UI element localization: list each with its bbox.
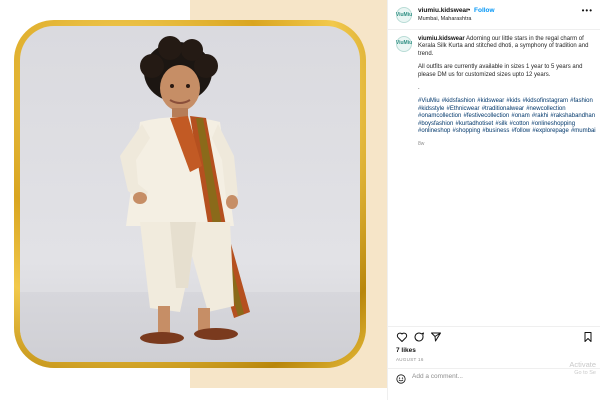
bookmark-icon[interactable] xyxy=(582,331,594,343)
child-in-kurta-dhoti-illustration xyxy=(120,36,250,344)
caption-avatar[interactable]: ViuMiu xyxy=(396,36,412,52)
caption-username[interactable]: viumiu.kidswear xyxy=(418,36,465,42)
caption-paragraph-1: viumiu.kidswear Adorning our little star… xyxy=(418,36,596,58)
avatar[interactable]: ViuMiu xyxy=(396,7,412,23)
avatar-logo-text: ViuMiu xyxy=(395,12,413,18)
caption-body: viumiu.kidswear Adorning our little star… xyxy=(418,36,596,149)
post-date: AUGUST 16 xyxy=(396,357,424,362)
caption-age: 8w xyxy=(418,141,425,148)
post-sidebar: ViuMiu viumiu.kidswear • Follow Mumbai, … xyxy=(387,0,600,400)
location-link[interactable]: Mumbai, Maharashtra xyxy=(418,16,472,22)
caption-text-2: All outfits are currently available in s… xyxy=(418,64,583,78)
username-link[interactable]: viumiu.kidswear xyxy=(418,7,469,14)
likes-count[interactable]: 7 likes xyxy=(396,347,416,354)
caption-avatar-logo-text: ViuMiu xyxy=(395,40,413,47)
comment-box: Add a comment... xyxy=(388,368,600,388)
caption-dot: . xyxy=(418,85,420,92)
heart-icon[interactable] xyxy=(396,331,408,343)
product-photo xyxy=(20,26,360,362)
share-icon[interactable] xyxy=(430,331,442,343)
comment-icon[interactable] xyxy=(413,331,425,343)
caption-hashtags[interactable]: #ViuMiu #kidsfashion #kidswear #kids #ki… xyxy=(418,98,596,135)
post-media[interactable] xyxy=(0,0,387,388)
action-bar xyxy=(388,326,600,346)
more-options-icon[interactable]: ••• xyxy=(582,6,593,15)
follow-button[interactable]: Follow xyxy=(474,7,495,14)
instagram-post-view: ViuMiu viumiu.kidswear • Follow Mumbai, … xyxy=(0,0,600,400)
emoji-icon[interactable] xyxy=(396,374,406,384)
comment-input[interactable]: Add a comment... xyxy=(412,373,463,380)
post-caption: ViuMiu viumiu.kidswear Adorning our litt… xyxy=(396,36,596,149)
post-header: ViuMiu viumiu.kidswear • Follow Mumbai, … xyxy=(388,0,600,30)
gold-glitter-frame xyxy=(14,20,366,368)
separator-dot: • xyxy=(468,7,471,14)
